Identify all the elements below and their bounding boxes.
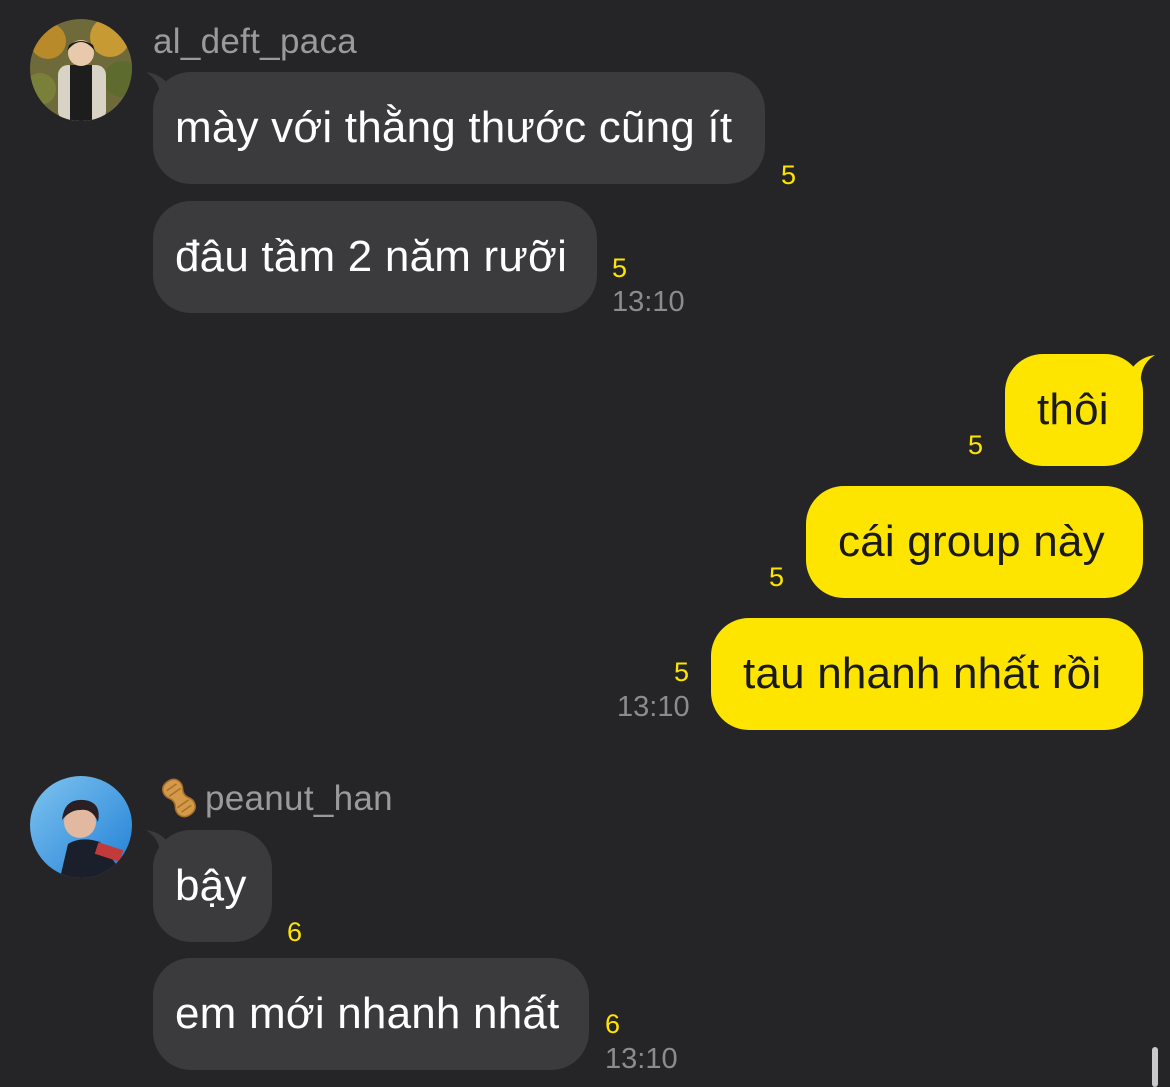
message-bubble[interactable]: cái group này xyxy=(806,486,1143,598)
message-text: bậy xyxy=(175,861,247,910)
unread-count: 6 xyxy=(287,917,303,947)
avatar-photo-icon xyxy=(30,19,132,121)
unread-count: 6 xyxy=(605,1009,621,1039)
avatar-al-deft-paca[interactable] xyxy=(30,19,132,121)
message-bubble[interactable]: bậy xyxy=(153,830,272,942)
unread-count: 5 xyxy=(612,253,628,283)
message-timestamp: 13:10 xyxy=(612,286,685,318)
avatar-peanut-han[interactable] xyxy=(30,776,132,878)
message-text: mày với thằng thước cũng ít xyxy=(175,103,733,152)
message-timestamp: 13:10 xyxy=(605,1043,678,1075)
message-text: thôi xyxy=(1037,385,1109,434)
message-text: cái group này xyxy=(838,517,1105,566)
unread-count: 5 xyxy=(968,430,984,460)
sender-name: peanut_han xyxy=(205,779,393,818)
message-bubble[interactable]: đâu tầm 2 năm rưỡi xyxy=(153,201,597,313)
peanut-icon xyxy=(156,775,202,821)
unread-count: 5 xyxy=(781,160,797,190)
chat-room[interactable]: al_deft_paca mày với thằng thước cũng ít… xyxy=(0,0,1170,1087)
message-text: đâu tầm 2 năm rưỡi xyxy=(175,232,568,281)
message-text: tau nhanh nhất rồi xyxy=(743,649,1102,698)
message-bubble[interactable]: mày với thằng thước cũng ít xyxy=(153,72,765,184)
message-bubble[interactable]: tau nhanh nhất rồi xyxy=(711,618,1143,730)
unread-count: 5 xyxy=(769,562,785,592)
scrollbar-thumb[interactable] xyxy=(1152,1047,1158,1087)
unread-count: 5 xyxy=(674,657,690,687)
message-text: em mới nhanh nhất xyxy=(175,989,560,1038)
message-bubble[interactable]: thôi xyxy=(1005,354,1143,466)
message-bubble[interactable]: em mới nhanh nhất xyxy=(153,958,589,1070)
message-timestamp: 13:10 xyxy=(617,691,690,723)
avatar-photo-icon xyxy=(30,776,132,878)
sender-name: al_deft_paca xyxy=(153,22,358,61)
